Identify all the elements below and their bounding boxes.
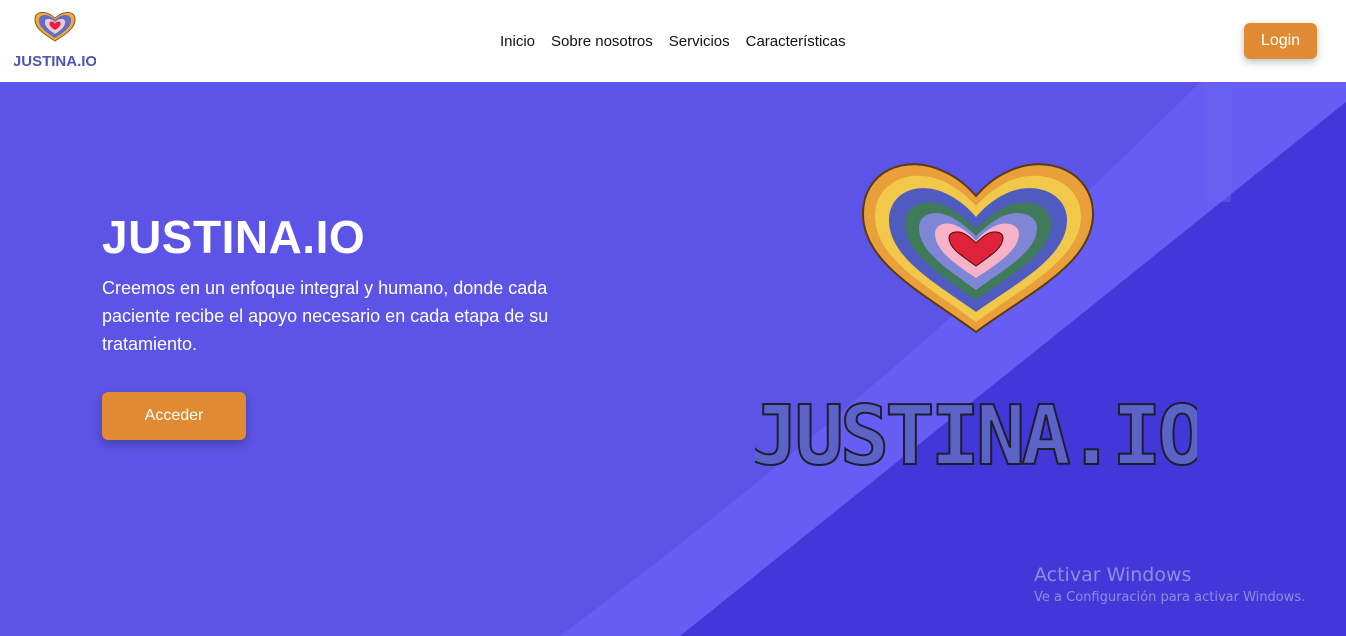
hero-title: JUSTINA.IO <box>102 211 366 263</box>
main-nav: Inicio Sobre nosotros Servicios Caracter… <box>500 0 846 82</box>
nav-link-sobre-nosotros[interactable]: Sobre nosotros <box>551 33 653 50</box>
nav-link-caracteristicas[interactable]: Características <box>746 33 846 50</box>
svg-text:JUSTINA.IO: JUSTINA.IO <box>14 53 96 70</box>
nav-link-servicios[interactable]: Servicios <box>669 33 730 50</box>
hero-section: JUSTINA.IO Creemos en un enfoque integra… <box>0 82 1346 636</box>
login-button[interactable]: Login <box>1244 23 1317 59</box>
watermark-subtitle: Ve a Configuración para activar Windows. <box>1034 590 1306 605</box>
windows-activation-watermark: Activar Windows Ve a Configuración para … <box>1034 564 1305 605</box>
nav-link-inicio[interactable]: Inicio <box>500 33 535 50</box>
top-navbar: JUSTINA.IO Inicio Sobre nosotros Servici… <box>0 0 1346 82</box>
access-button[interactable]: Acceder <box>102 392 246 440</box>
heart-icon <box>861 163 1095 334</box>
watermark-title: Activar Windows <box>1034 564 1192 586</box>
hero-description: Creemos en un enfoque integral y humano,… <box>102 278 549 354</box>
hero-logo-illustration: JUSTINA.IO <box>755 163 1197 484</box>
brand-logo[interactable]: JUSTINA.IO <box>14 10 96 72</box>
svg-text:JUSTINA.IO: JUSTINA.IO <box>755 389 1197 484</box>
